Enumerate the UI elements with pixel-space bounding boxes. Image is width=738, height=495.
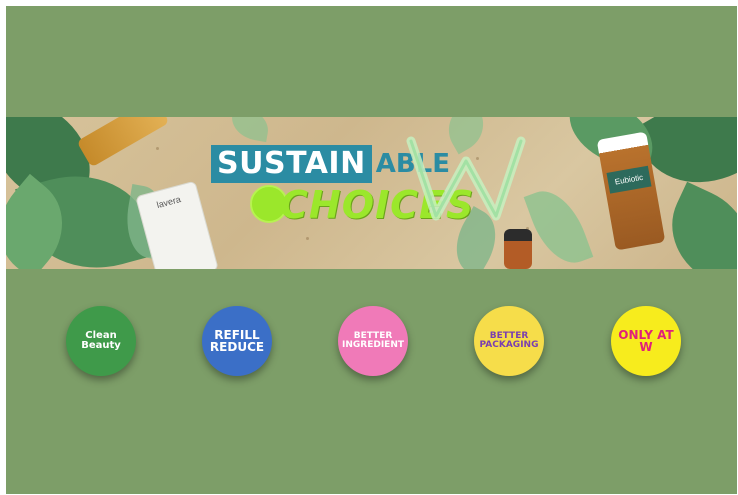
product-dropper-bottle bbox=[504, 229, 532, 269]
leaf-icon bbox=[523, 181, 594, 269]
leaf-icon bbox=[653, 181, 737, 269]
product-label: Eubiotic bbox=[606, 165, 652, 194]
w-logo-icon bbox=[406, 136, 526, 221]
badge-row: Clean Beauty REFILL REDUCE BETTER INGRED… bbox=[6, 306, 737, 382]
badge-label: BETTER INGREDIENT bbox=[342, 331, 404, 350]
badge-label: REFILL REDUCE bbox=[209, 328, 265, 354]
badge-label: Clean Beauty bbox=[81, 330, 121, 351]
badge-refill-reduce[interactable]: REFILL REDUCE bbox=[202, 306, 272, 376]
hero-banner: lavera Eubiotic SUSTAIN ABLE CHOICES bbox=[6, 117, 737, 269]
badge-label: ONLY AT W bbox=[618, 328, 674, 354]
product-label: lavera bbox=[155, 194, 182, 211]
badge-clean-beauty[interactable]: Clean Beauty bbox=[66, 306, 136, 376]
badge-better-ingredient[interactable]: BETTER INGREDIENT bbox=[338, 306, 408, 376]
leaf-icon bbox=[228, 117, 272, 143]
page-frame: lavera Eubiotic SUSTAIN ABLE CHOICES Cle… bbox=[6, 6, 737, 494]
badge-only-at-w[interactable]: ONLY AT W bbox=[611, 306, 681, 376]
title-sustain: SUSTAIN bbox=[211, 145, 372, 183]
badge-label: BETTER PACKAGING bbox=[479, 331, 539, 350]
badge-better-packaging[interactable]: BETTER PACKAGING bbox=[474, 306, 544, 376]
product-tube-top bbox=[76, 117, 170, 168]
